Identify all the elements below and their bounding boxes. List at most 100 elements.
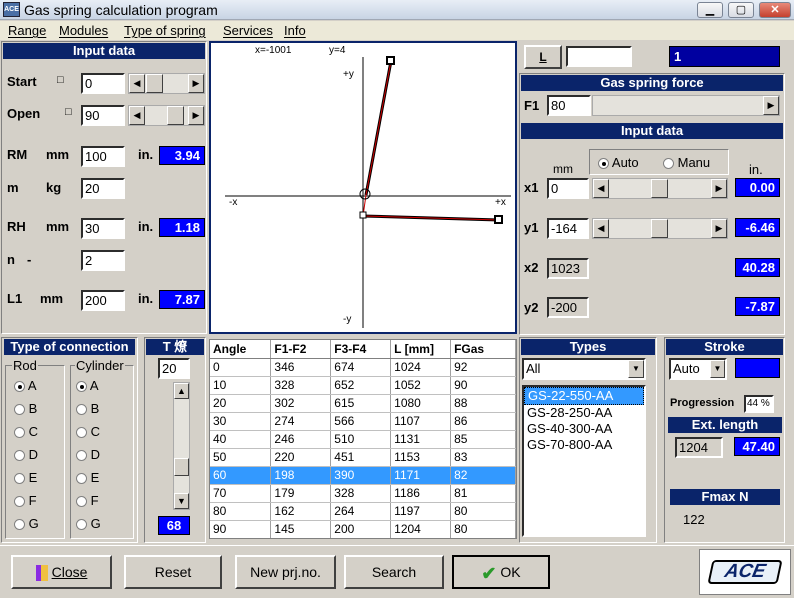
slider-right-arrow-icon[interactable]: ▶: [188, 106, 204, 125]
radio-icon[interactable]: [14, 404, 25, 416]
slider-right-arrow-icon[interactable]: ▶: [188, 74, 204, 93]
y1-input[interactable]: -164: [547, 218, 589, 239]
cylinder-option-a[interactable]: A: [76, 378, 99, 393]
l-button[interactable]: L: [524, 45, 562, 69]
slider-left-arrow-icon[interactable]: ◀: [593, 179, 609, 198]
cylinder-option-c[interactable]: C: [76, 424, 100, 439]
start-slider[interactable]: ◀ ▶: [128, 73, 205, 94]
f1-slider[interactable]: ▶: [592, 95, 780, 116]
column-header[interactable]: F1-F2: [270, 340, 332, 359]
radio-icon[interactable]: [76, 450, 87, 462]
rod-option-f[interactable]: F: [14, 493, 37, 508]
manu-radio[interactable]: Manu: [663, 155, 710, 170]
auto-radio[interactable]: Auto: [598, 155, 639, 170]
slider-right-arrow-icon[interactable]: ▶: [763, 96, 779, 115]
l1-input[interactable]: 200: [81, 290, 125, 311]
rod-option-d[interactable]: D: [14, 447, 38, 462]
project-number-field[interactable]: 1: [669, 46, 780, 67]
close-window-button[interactable]: ✕: [759, 2, 791, 18]
mass-input[interactable]: 20: [81, 178, 125, 199]
slider-thumb[interactable]: [651, 179, 668, 198]
radio-icon[interactable]: [76, 473, 87, 485]
slider-left-arrow-icon[interactable]: ◀: [129, 106, 145, 125]
slider-left-arrow-icon[interactable]: ◀: [129, 74, 145, 93]
type-item[interactable]: GS-70-800-AA: [524, 437, 644, 453]
start-input[interactable]: 0: [81, 73, 125, 94]
slider-thumb[interactable]: [167, 106, 184, 125]
chevron-down-icon[interactable]: ▼: [628, 360, 644, 378]
slider-thumb[interactable]: [651, 219, 668, 238]
type-item[interactable]: GS-22-550-AA: [524, 387, 644, 405]
radio-icon[interactable]: [76, 404, 87, 416]
menu-modules[interactable]: Modules: [59, 23, 108, 38]
column-header[interactable]: FGas: [450, 340, 516, 359]
rod-option-a[interactable]: A: [14, 378, 37, 393]
y1-slider[interactable]: ◀ ▶: [592, 218, 728, 239]
slider-thumb[interactable]: [146, 74, 163, 93]
geometry-graph[interactable]: x=-1001 y=4 +y -y -x +x: [209, 41, 517, 334]
radio-icon[interactable]: [76, 496, 87, 508]
chevron-down-icon[interactable]: ▼: [710, 360, 725, 378]
radio-icon[interactable]: [14, 519, 25, 531]
column-header[interactable]: F3-F4: [330, 340, 392, 359]
radio-auto-icon[interactable]: [598, 158, 609, 170]
reset-button[interactable]: Reset: [124, 555, 222, 589]
table-row[interactable]: 70 179 328 1186 81: [210, 484, 516, 503]
types-filter-select[interactable]: All ▼: [522, 358, 646, 380]
rm-input[interactable]: 100: [81, 146, 125, 167]
radio-manu-icon[interactable]: [663, 158, 674, 170]
radio-icon[interactable]: [76, 381, 87, 393]
slider-right-arrow-icon[interactable]: ▶: [711, 219, 727, 238]
ok-button[interactable]: ✔ OK: [452, 555, 550, 589]
temperature-input[interactable]: 20: [158, 358, 190, 379]
types-list[interactable]: GS-22-550-AA GS-28-250-AA GS-40-300-AA GS-7…: [522, 385, 646, 537]
rod-option-c[interactable]: C: [14, 424, 38, 439]
menu-services[interactable]: Services: [223, 23, 273, 38]
table-row[interactable]: 40 246 510 1131 85: [210, 430, 516, 449]
open-input[interactable]: 90: [81, 105, 125, 126]
open-slider[interactable]: ◀ ▶: [128, 105, 205, 126]
cylinder-option-d[interactable]: D: [76, 447, 100, 462]
f1-input[interactable]: 80: [547, 95, 591, 116]
cylinder-option-b[interactable]: B: [76, 401, 99, 416]
table-row[interactable]: 0 346 674 1024 92: [210, 358, 516, 377]
cylinder-option-f[interactable]: F: [76, 493, 99, 508]
search-button[interactable]: Search: [344, 555, 444, 589]
table-row[interactable]: 30 274 566 1107 86: [210, 412, 516, 431]
close-button[interactable]: Close: [11, 555, 112, 589]
table-row[interactable]: 90 145 200 1204 80: [210, 520, 516, 538]
l-field[interactable]: [566, 46, 632, 67]
radio-icon[interactable]: [14, 473, 25, 485]
temperature-slider[interactable]: ▲ ▼: [173, 382, 190, 510]
radio-icon[interactable]: [14, 450, 25, 462]
type-item[interactable]: GS-40-300-AA: [524, 421, 644, 437]
radio-icon[interactable]: [76, 427, 87, 439]
menu-info[interactable]: Info: [284, 23, 306, 38]
n-input[interactable]: 2: [81, 250, 125, 271]
menu-range[interactable]: Range: [8, 23, 46, 38]
table-row[interactable]: 60 198 390 1171 82: [210, 466, 516, 485]
slider-left-arrow-icon[interactable]: ◀: [593, 219, 609, 238]
x1-input[interactable]: 0: [547, 178, 589, 199]
rod-option-b[interactable]: B: [14, 401, 37, 416]
rh-input[interactable]: 30: [81, 218, 125, 239]
slider-thumb[interactable]: [174, 458, 189, 476]
column-header[interactable]: L [mm]: [390, 340, 452, 359]
table-row[interactable]: 50 220 451 1153 83: [210, 448, 516, 467]
radio-icon[interactable]: [14, 496, 25, 508]
radio-icon[interactable]: [14, 381, 25, 393]
slider-up-arrow-icon[interactable]: ▲: [174, 383, 189, 399]
column-header[interactable]: Angle: [210, 340, 272, 359]
radio-icon[interactable]: [14, 427, 25, 439]
slider-right-arrow-icon[interactable]: ▶: [711, 179, 727, 198]
cylinder-option-e[interactable]: E: [76, 470, 99, 485]
rod-option-e[interactable]: E: [14, 470, 37, 485]
maximize-button[interactable]: ▢: [728, 2, 754, 18]
radio-icon[interactable]: [76, 519, 87, 531]
rod-option-g[interactable]: G: [14, 516, 39, 531]
type-item[interactable]: GS-28-250-AA: [524, 405, 644, 421]
stroke-mode-select[interactable]: Auto ▼: [669, 358, 727, 380]
cylinder-option-g[interactable]: G: [76, 516, 101, 531]
table-row[interactable]: 20 302 615 1080 88: [210, 394, 516, 413]
table-row[interactable]: 10 328 652 1052 90: [210, 376, 516, 395]
